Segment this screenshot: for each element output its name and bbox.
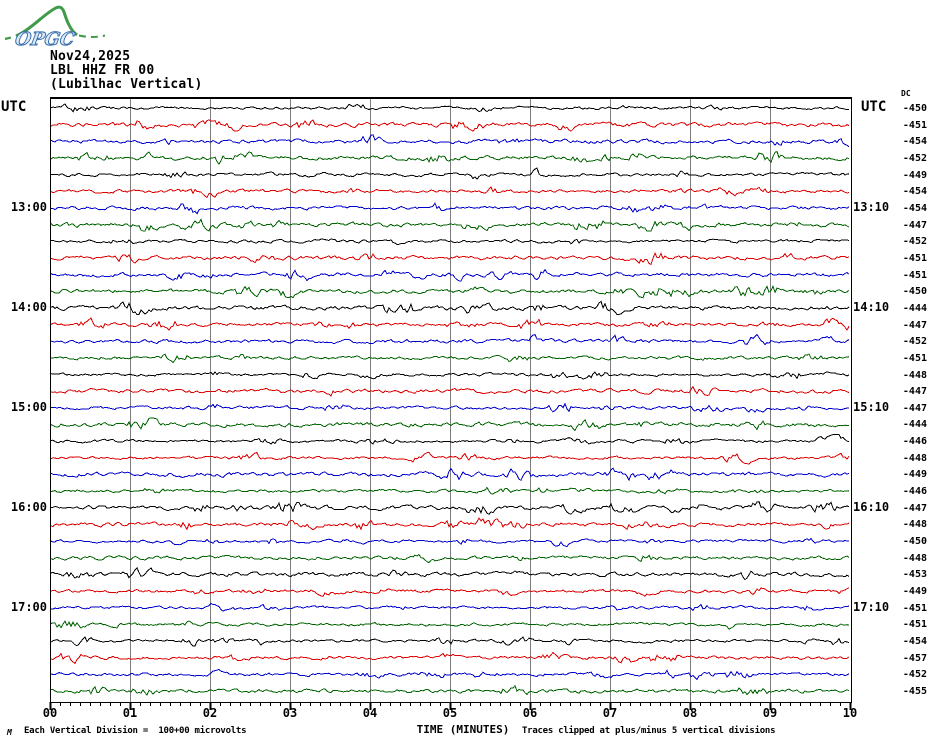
x-tick-label: 07 <box>602 706 618 720</box>
helicorder-plot <box>49 97 852 710</box>
x-tick-label: 10 <box>842 706 858 720</box>
dc-value: -457 <box>902 653 927 664</box>
x-tick-label: 08 <box>682 706 698 720</box>
dc-value: -451 <box>902 353 927 364</box>
dc-value: -447 <box>902 503 927 514</box>
dc-value: -449 <box>902 586 927 597</box>
hour-label-left: 14:00 <box>10 300 47 314</box>
footnote-marker: M <box>7 728 12 737</box>
dc-value: -451 <box>902 120 927 131</box>
hour-label-left: 16:00 <box>10 500 47 514</box>
dc-value: -450 <box>902 536 927 547</box>
dc-value: -451 <box>902 270 927 281</box>
footnote-vertical-division: Each Vertical Division = 100+00 microvol… <box>24 726 247 736</box>
dc-value: -451 <box>902 619 927 630</box>
dc-value: -452 <box>902 236 927 247</box>
dc-value: -448 <box>902 519 927 530</box>
dc-value: -452 <box>902 153 927 164</box>
dc-value: -448 <box>902 453 927 464</box>
dc-value: -447 <box>902 403 927 414</box>
x-tick-label: 04 <box>362 706 378 720</box>
dc-value: -454 <box>902 136 927 147</box>
x-tick-label: 06 <box>522 706 538 720</box>
dc-value: -453 <box>902 569 927 580</box>
x-tick-label: 03 <box>282 706 298 720</box>
dc-value: -446 <box>902 436 927 447</box>
dc-value: -447 <box>902 220 927 231</box>
dc-value: -444 <box>902 419 927 430</box>
dc-value: -448 <box>902 553 927 564</box>
dc-value: -447 <box>902 320 927 331</box>
dc-value: -452 <box>902 336 927 347</box>
dc-value: -454 <box>902 636 927 647</box>
x-tick-label: 00 <box>42 706 58 720</box>
dc-value: -454 <box>902 186 927 197</box>
dc-value: -449 <box>902 469 927 480</box>
x-tick-label: 09 <box>762 706 778 720</box>
dc-value: -454 <box>902 203 927 214</box>
dc-value: -450 <box>902 103 927 114</box>
dc-value: -451 <box>902 253 927 264</box>
dc-value: -447 <box>902 386 927 397</box>
x-axis-label: TIME (MINUTES) <box>416 723 510 736</box>
dc-value: -448 <box>902 370 927 381</box>
dc-value: -452 <box>902 669 927 680</box>
footnote-clipping: Traces clipped at plus/minus 5 vertical … <box>522 726 776 736</box>
dc-value: -455 <box>902 686 927 697</box>
x-tick-label: 05 <box>442 706 458 720</box>
dc-value: -450 <box>902 286 927 297</box>
dc-value: -444 <box>902 303 927 314</box>
dc-value: -446 <box>902 486 927 497</box>
hour-label-left: 17:00 <box>10 600 47 614</box>
helicorder-page: { "logo": { "text": "OPGC", "curve_color… <box>0 0 930 744</box>
dc-value: -451 <box>902 603 927 614</box>
dc-value: -449 <box>902 170 927 181</box>
hour-label-left: 15:00 <box>10 400 47 414</box>
hour-label-left: 13:00 <box>10 200 47 214</box>
x-tick-label: 02 <box>202 706 218 720</box>
x-tick-label: 01 <box>122 706 138 720</box>
